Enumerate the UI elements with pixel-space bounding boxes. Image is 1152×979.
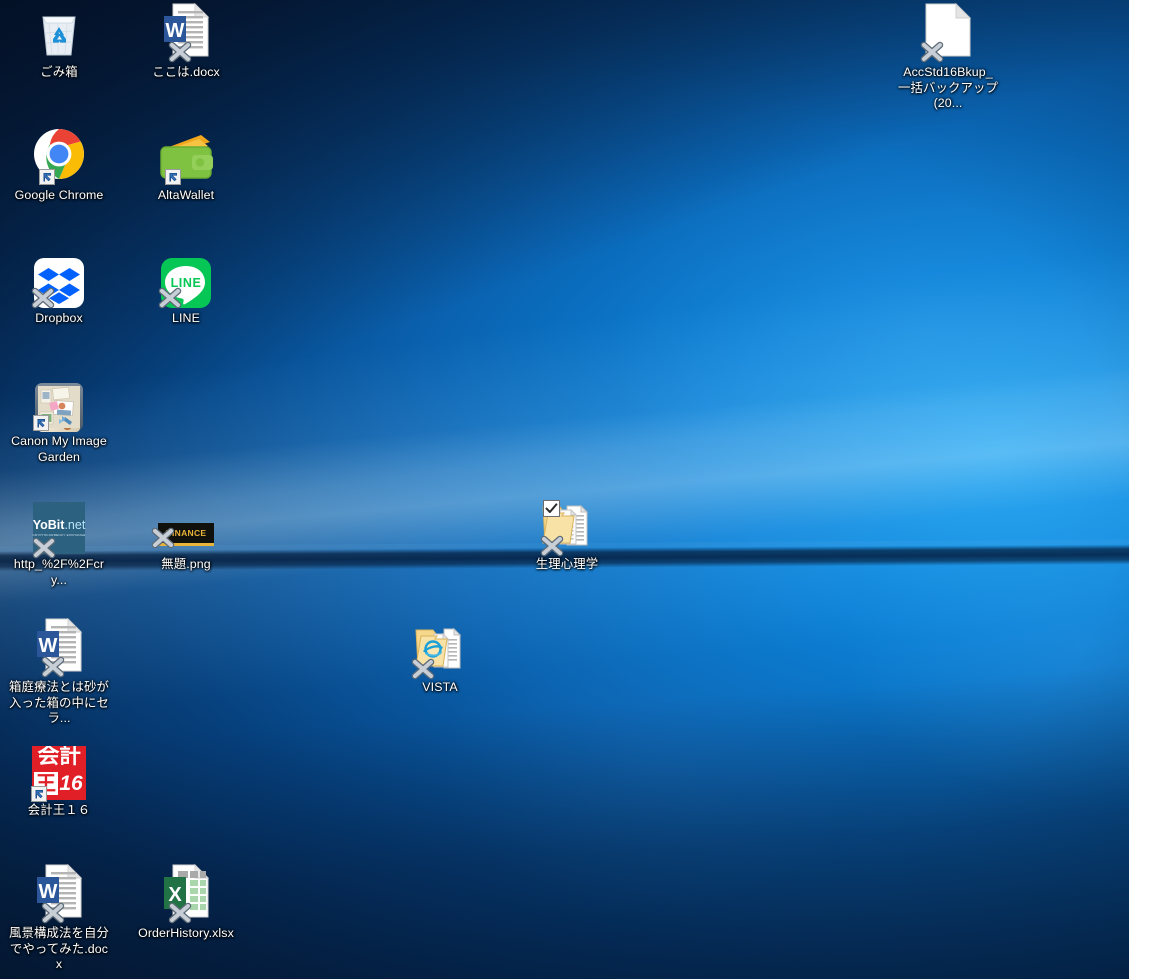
desktop-icon-seiri-shinrigaku[interactable]: 生理心理学 <box>517 496 617 573</box>
unavailable-x-icon <box>167 899 193 925</box>
desktop-icon-label: 箱庭療法とは砂が入った箱の中にセラ... <box>9 680 109 725</box>
unavailable-x-icon <box>40 899 66 925</box>
unavailable-x-icon <box>31 534 57 560</box>
wallet-icon <box>136 127 236 185</box>
unavailable-x-icon <box>919 38 945 64</box>
desktop-icon-label: OrderHistory.xlsx <box>138 926 234 940</box>
unavailable-x-icon <box>167 38 193 64</box>
desktop-icon-label: LINE <box>172 311 200 325</box>
selection-checkbox[interactable] <box>543 500 560 517</box>
desktop-icon-label: http_%2F%2Fcry... <box>13 557 105 587</box>
desktop-icon-canon-my-image-garden[interactable]: Canon My Image Garden <box>9 373 109 465</box>
desktop-icon-vista-folder[interactable]: VISTA <box>390 619 490 696</box>
right-white-gutter <box>1129 0 1152 979</box>
folder-ie-icon <box>390 619 490 677</box>
desktop-icon-hakoniwa-docx[interactable]: 箱庭療法とは砂が入った箱の中にセラ... <box>9 619 109 727</box>
kaikeio16-icon: 会計 王 16 <box>9 742 109 802</box>
desktop-icon-label: AccStd16Bkup_一括バックアップ(20... <box>898 65 998 110</box>
desktop-icon-label: 会計王１６ <box>27 803 91 817</box>
desktop-icon-dropbox[interactable]: Dropbox <box>9 250 109 327</box>
desktop-root[interactable]: W X <box>0 0 1129 979</box>
desktop-icon-kaikeio-16[interactable]: 会計 王 16 会計王１６ <box>9 742 109 819</box>
yobit-icon: YoBit.net CRYPTOCURRENCY EXCHANGE <box>9 496 109 554</box>
desktop-icon-label: VISTA <box>422 680 458 694</box>
recycle-bin-icon <box>9 4 109 62</box>
desktop-icon-line[interactable]: LINE <box>136 250 236 327</box>
desktop-icon-label: Google Chrome <box>14 188 104 202</box>
desktop-icon-orderhistory-xlsx[interactable]: OrderHistory.xlsx <box>136 865 236 942</box>
desktop-icon-accstd16bkup[interactable]: AccStd16Bkup_一括バックアップ(20... <box>898 4 998 112</box>
yobit-brand-yo: YoBit <box>32 517 65 532</box>
desktop-icon-label: 生理心理学 <box>535 557 599 571</box>
desktop-icon-mudai-png[interactable]: BINANCE 無題.png <box>136 496 236 573</box>
desktop-icon-label: 無題.png <box>161 557 211 571</box>
desktop-icon-label: ごみ箱 <box>40 65 78 79</box>
unavailable-x-icon <box>539 532 565 558</box>
yobit-brand-net: .net <box>64 517 86 532</box>
shortcut-arrow-icon <box>39 169 55 185</box>
desktop-icon-recycle-bin[interactable]: ごみ箱 <box>9 4 109 81</box>
desktop-icon-label: ここは.docx <box>152 65 220 79</box>
line-icon <box>136 250 236 308</box>
unavailable-x-icon <box>30 284 56 310</box>
unavailable-x-icon <box>150 524 176 550</box>
blank-document-icon <box>898 4 998 62</box>
desktop-icon-label: 風景構成法を自分でやってみた.docx <box>9 926 109 971</box>
desktop-icon-kokoha-docx[interactable]: ここは.docx <box>136 4 236 81</box>
desktop-icon-google-chrome[interactable]: Google Chrome <box>9 127 109 204</box>
desktop-icon-fukei-kouseihou-docx[interactable]: 風景構成法を自分でやってみた.docx <box>9 865 109 973</box>
unavailable-x-icon <box>40 653 66 679</box>
word-document-icon <box>9 865 109 923</box>
desktop-icon-altawallet[interactable]: AltaWallet <box>136 127 236 204</box>
word-document-icon <box>136 4 236 62</box>
unavailable-x-icon <box>410 655 436 681</box>
shortcut-arrow-icon <box>31 786 47 802</box>
desktop-icon-yobit-url[interactable]: YoBit.net CRYPTOCURRENCY EXCHANGE http_%… <box>9 496 109 588</box>
shortcut-arrow-icon <box>165 169 181 185</box>
word-document-icon <box>9 619 109 677</box>
canon-my-image-garden-icon <box>9 373 109 432</box>
dropbox-icon <box>9 250 109 308</box>
chrome-icon <box>9 127 109 185</box>
desktop-icon-label: Canon My Image Garden <box>11 434 107 464</box>
shortcut-arrow-icon <box>33 415 49 431</box>
desktop-icon-label: AltaWallet <box>157 188 215 202</box>
excel-document-icon <box>136 865 236 923</box>
unavailable-x-icon <box>157 284 183 310</box>
desktop-icon-label: Dropbox <box>35 311 83 325</box>
kaikei-brand-line1: 会計 <box>37 746 81 769</box>
kaikei-brand-number: 16 <box>59 772 83 795</box>
binance-image-icon: BINANCE <box>136 496 236 554</box>
folder-documents-icon <box>517 496 617 554</box>
